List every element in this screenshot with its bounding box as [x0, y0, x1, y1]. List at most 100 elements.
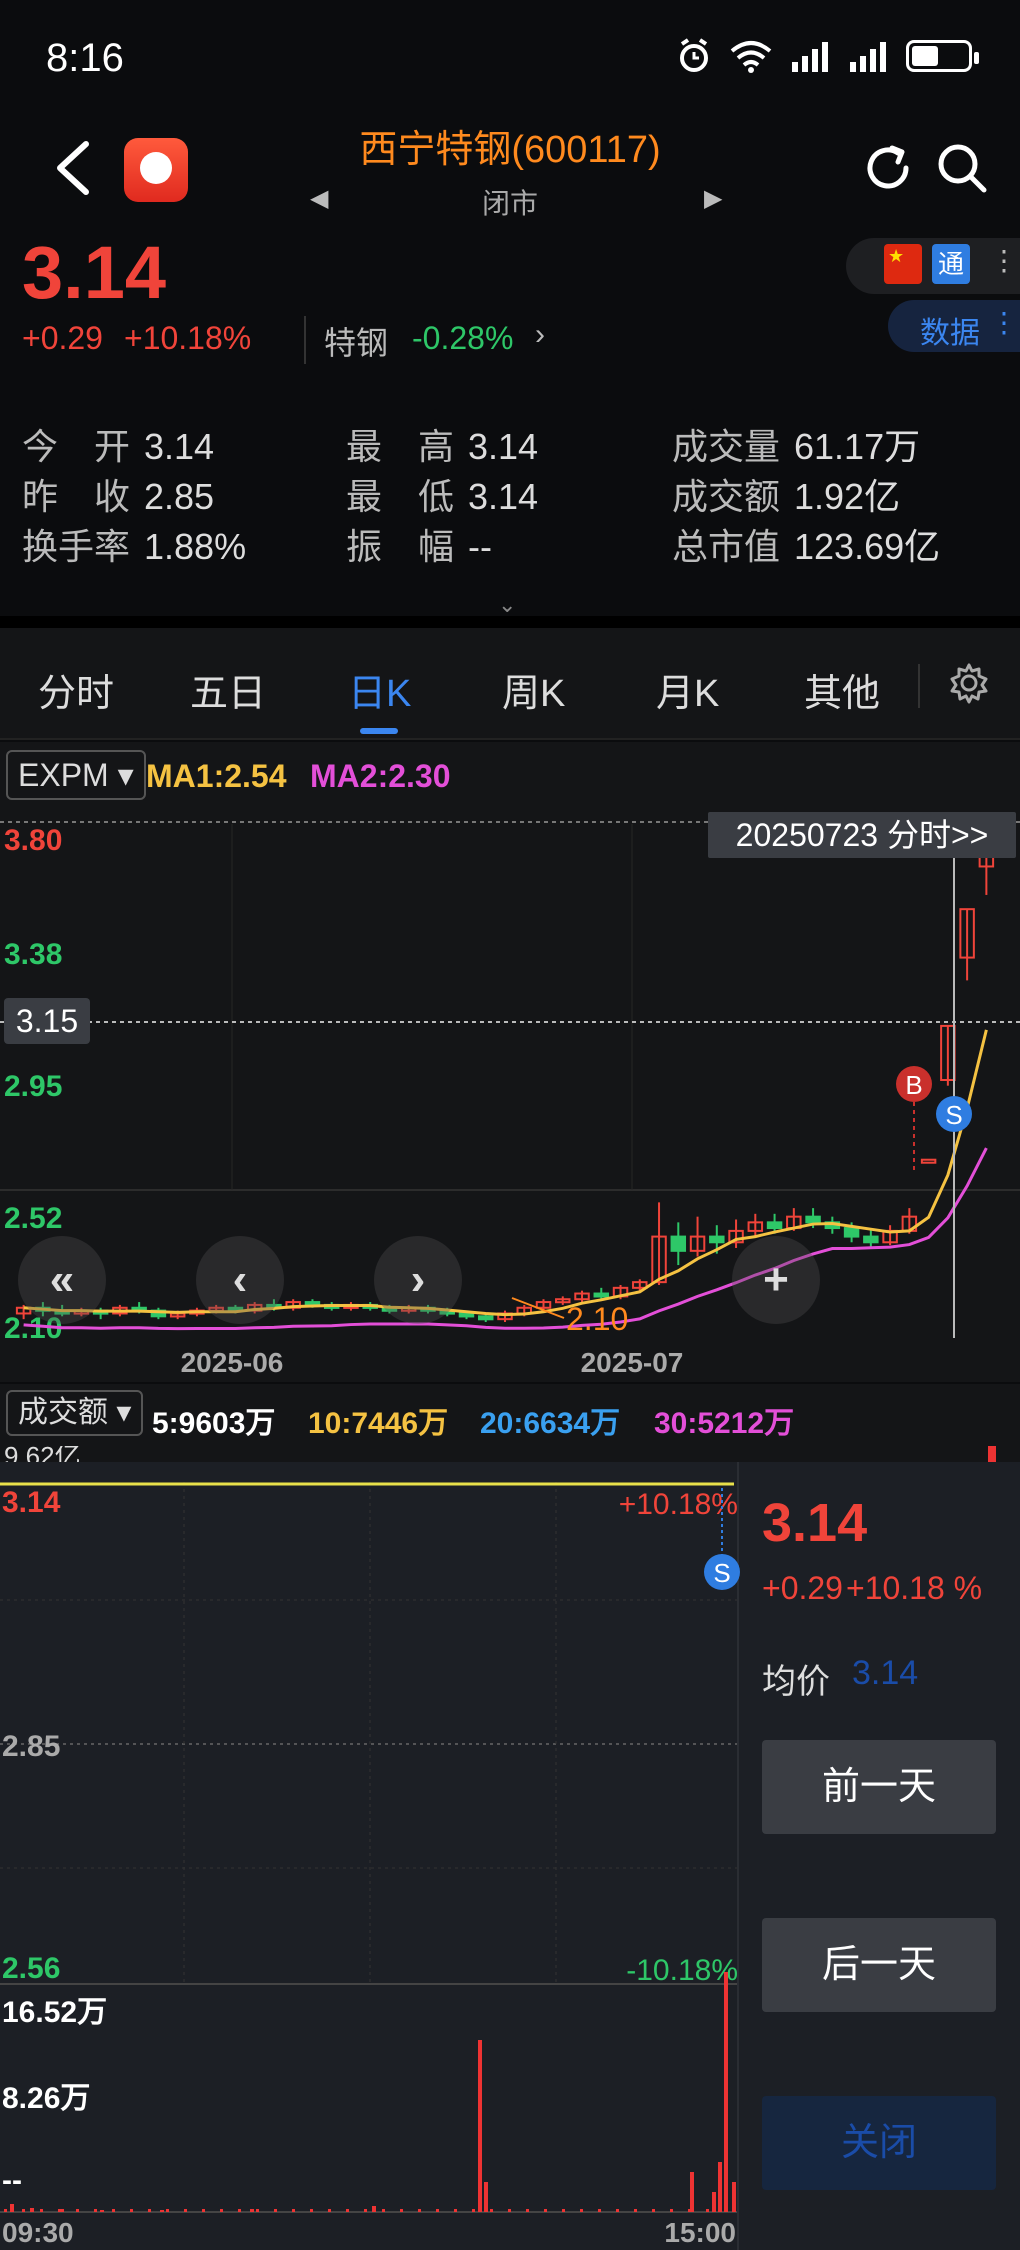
volume-indicator-select[interactable]: 成交额 ▾: [6, 1390, 144, 1436]
tab-item[interactable]: 五日: [190, 662, 266, 717]
volume-bar: [598, 2209, 601, 2212]
volume-bar: [732, 2182, 736, 2212]
y-tick-label: 3.80: [4, 824, 62, 857]
sector-name[interactable]: 特钢: [324, 318, 388, 364]
candle-body: [266, 1303, 282, 1309]
volume-bar: [130, 2209, 133, 2212]
data-button[interactable]: 数据 ⋮: [888, 300, 1020, 352]
chevron-down-icon[interactable]: ⌄: [498, 592, 516, 618]
kline-chart[interactable]: 3.80 3.38 2.95 2.52 2.10 3.15 20250723 分时>> BS 2…: [0, 742, 1020, 1382]
signal-icon: [792, 42, 828, 72]
volume-bar: [256, 2209, 259, 2212]
next-stock-arrow[interactable]: ▶: [704, 184, 722, 213]
candle-body: [400, 1306, 417, 1312]
signal-icon-2: [850, 42, 886, 72]
stat-label: 昨 收: [22, 476, 131, 517]
chart-nav-glyph: +: [763, 1255, 789, 1304]
candle-body: [381, 1306, 398, 1312]
volume-bar: [148, 2209, 151, 2212]
candle-body: [959, 908, 975, 959]
popup-change-pct: +10.18 %: [846, 1570, 983, 1606]
indicator-select[interactable]: EXPM ▾: [6, 750, 146, 800]
volume-zero-label: --: [2, 2164, 22, 2197]
sell-marker-label: S: [713, 1558, 730, 1588]
volume-ma-label: 10:7446万: [308, 1407, 449, 1440]
status-icons: [676, 38, 979, 74]
stat-item: 最 低 3.14: [346, 468, 538, 520]
candle-body: [439, 1309, 455, 1315]
ma1-label: MA1:2.54: [146, 758, 287, 794]
volume-bar: [688, 2209, 691, 2212]
refresh-icon[interactable]: [862, 142, 914, 194]
volume-bar: [250, 2209, 254, 2212]
volume-bar: [112, 2209, 115, 2212]
status-bar: 8:16: [0, 0, 1020, 118]
sector-change[interactable]: -0.28%: [412, 320, 513, 357]
volume-bar: [400, 2209, 403, 2212]
volume-bar: [4, 2209, 7, 2212]
next-day-button[interactable]: 后一天: [762, 1918, 996, 2012]
prev-day-button[interactable]: 前一天: [762, 1740, 996, 1834]
candle-body: [535, 1301, 552, 1309]
volume-bar: [382, 2209, 385, 2212]
candle-body: [940, 1024, 956, 1081]
stat-item: 今 开 3.14: [22, 418, 214, 470]
tab-active-indicator: [360, 728, 398, 734]
volume-bar: [58, 2209, 61, 2212]
tab-item[interactable]: 日K: [348, 662, 411, 717]
candle-body: [285, 1301, 301, 1309]
crosshair-price: 3.15: [16, 1003, 78, 1039]
volume-bar: [490, 2209, 493, 2212]
candle-body: [208, 1306, 224, 1312]
volume-bar: [484, 2182, 488, 2212]
chevron-right-icon[interactable]: ›: [535, 318, 545, 352]
avg-price-label: 均价: [762, 1663, 830, 1701]
kline-chart-panel[interactable]: EXPM ▾ MA1:2.54 MA2:2.30 3.80 3.38 2.95 2.5…: [0, 742, 1020, 1382]
tab-item[interactable]: 分时: [38, 662, 114, 717]
popup-price: 3.14: [762, 1493, 868, 1553]
candle-body: [651, 1235, 667, 1284]
stat-label: 振 幅: [346, 526, 455, 567]
intraday-chart[interactable]: 3.14 2.85 2.56 +10.18% -10.18% S 16.52万 8.26万 --…: [0, 1462, 740, 2250]
candle-body: [728, 1229, 744, 1244]
candle-body: [574, 1292, 590, 1301]
more-icon: ⋮: [990, 307, 1018, 338]
search-icon[interactable]: [934, 140, 988, 194]
volume-bar: [22, 2209, 25, 2212]
battery-icon: [906, 40, 979, 72]
volume-bar: [562, 2209, 565, 2212]
volume-bar: [436, 2209, 439, 2212]
candle-body: [227, 1306, 244, 1312]
ma2-line: [23, 1147, 988, 1331]
volume-bar: [718, 2162, 722, 2212]
grid-frame: [0, 1482, 738, 1952]
volume-bar: [418, 2209, 421, 2212]
tab-item[interactable]: 月K: [656, 662, 719, 717]
volume-top-label: 16.52万: [2, 1996, 107, 2029]
x-tick-label: 2025-06: [181, 1347, 284, 1378]
gear-icon[interactable]: [948, 662, 990, 704]
stat-label: 总市值: [672, 526, 781, 567]
tab-item[interactable]: 周K: [502, 662, 565, 717]
more-icon[interactable]: ⋮: [990, 244, 1018, 277]
tab-item[interactable]: 其他: [804, 662, 880, 717]
candle-body: [150, 1309, 167, 1318]
volume-bar: [526, 2209, 529, 2212]
close-button[interactable]: 关闭: [762, 2096, 996, 2190]
volume-bar: [364, 2209, 367, 2212]
volume-bar: [454, 2209, 457, 2212]
price-change: +0.29: [22, 320, 103, 356]
data-button-label: 数据: [920, 317, 980, 350]
current-price: 3.14: [22, 231, 167, 314]
candle-body: [709, 1235, 725, 1244]
status-time: 8:16: [46, 36, 124, 80]
candle-body: [689, 1235, 706, 1252]
time-start-label: 09:30: [2, 2217, 74, 2248]
stock-header: 西宁特钢(600117) ◀ 闭市 ▶: [0, 118, 1020, 228]
stat-item: 振 幅 --: [346, 518, 492, 570]
stat-label: 今 开: [22, 426, 131, 467]
candle-body: [73, 1309, 90, 1315]
candle-body: [189, 1309, 205, 1315]
volume-ma-label: 30:5212万: [654, 1407, 795, 1440]
price-bottom-label: 2.56: [2, 1952, 60, 1985]
